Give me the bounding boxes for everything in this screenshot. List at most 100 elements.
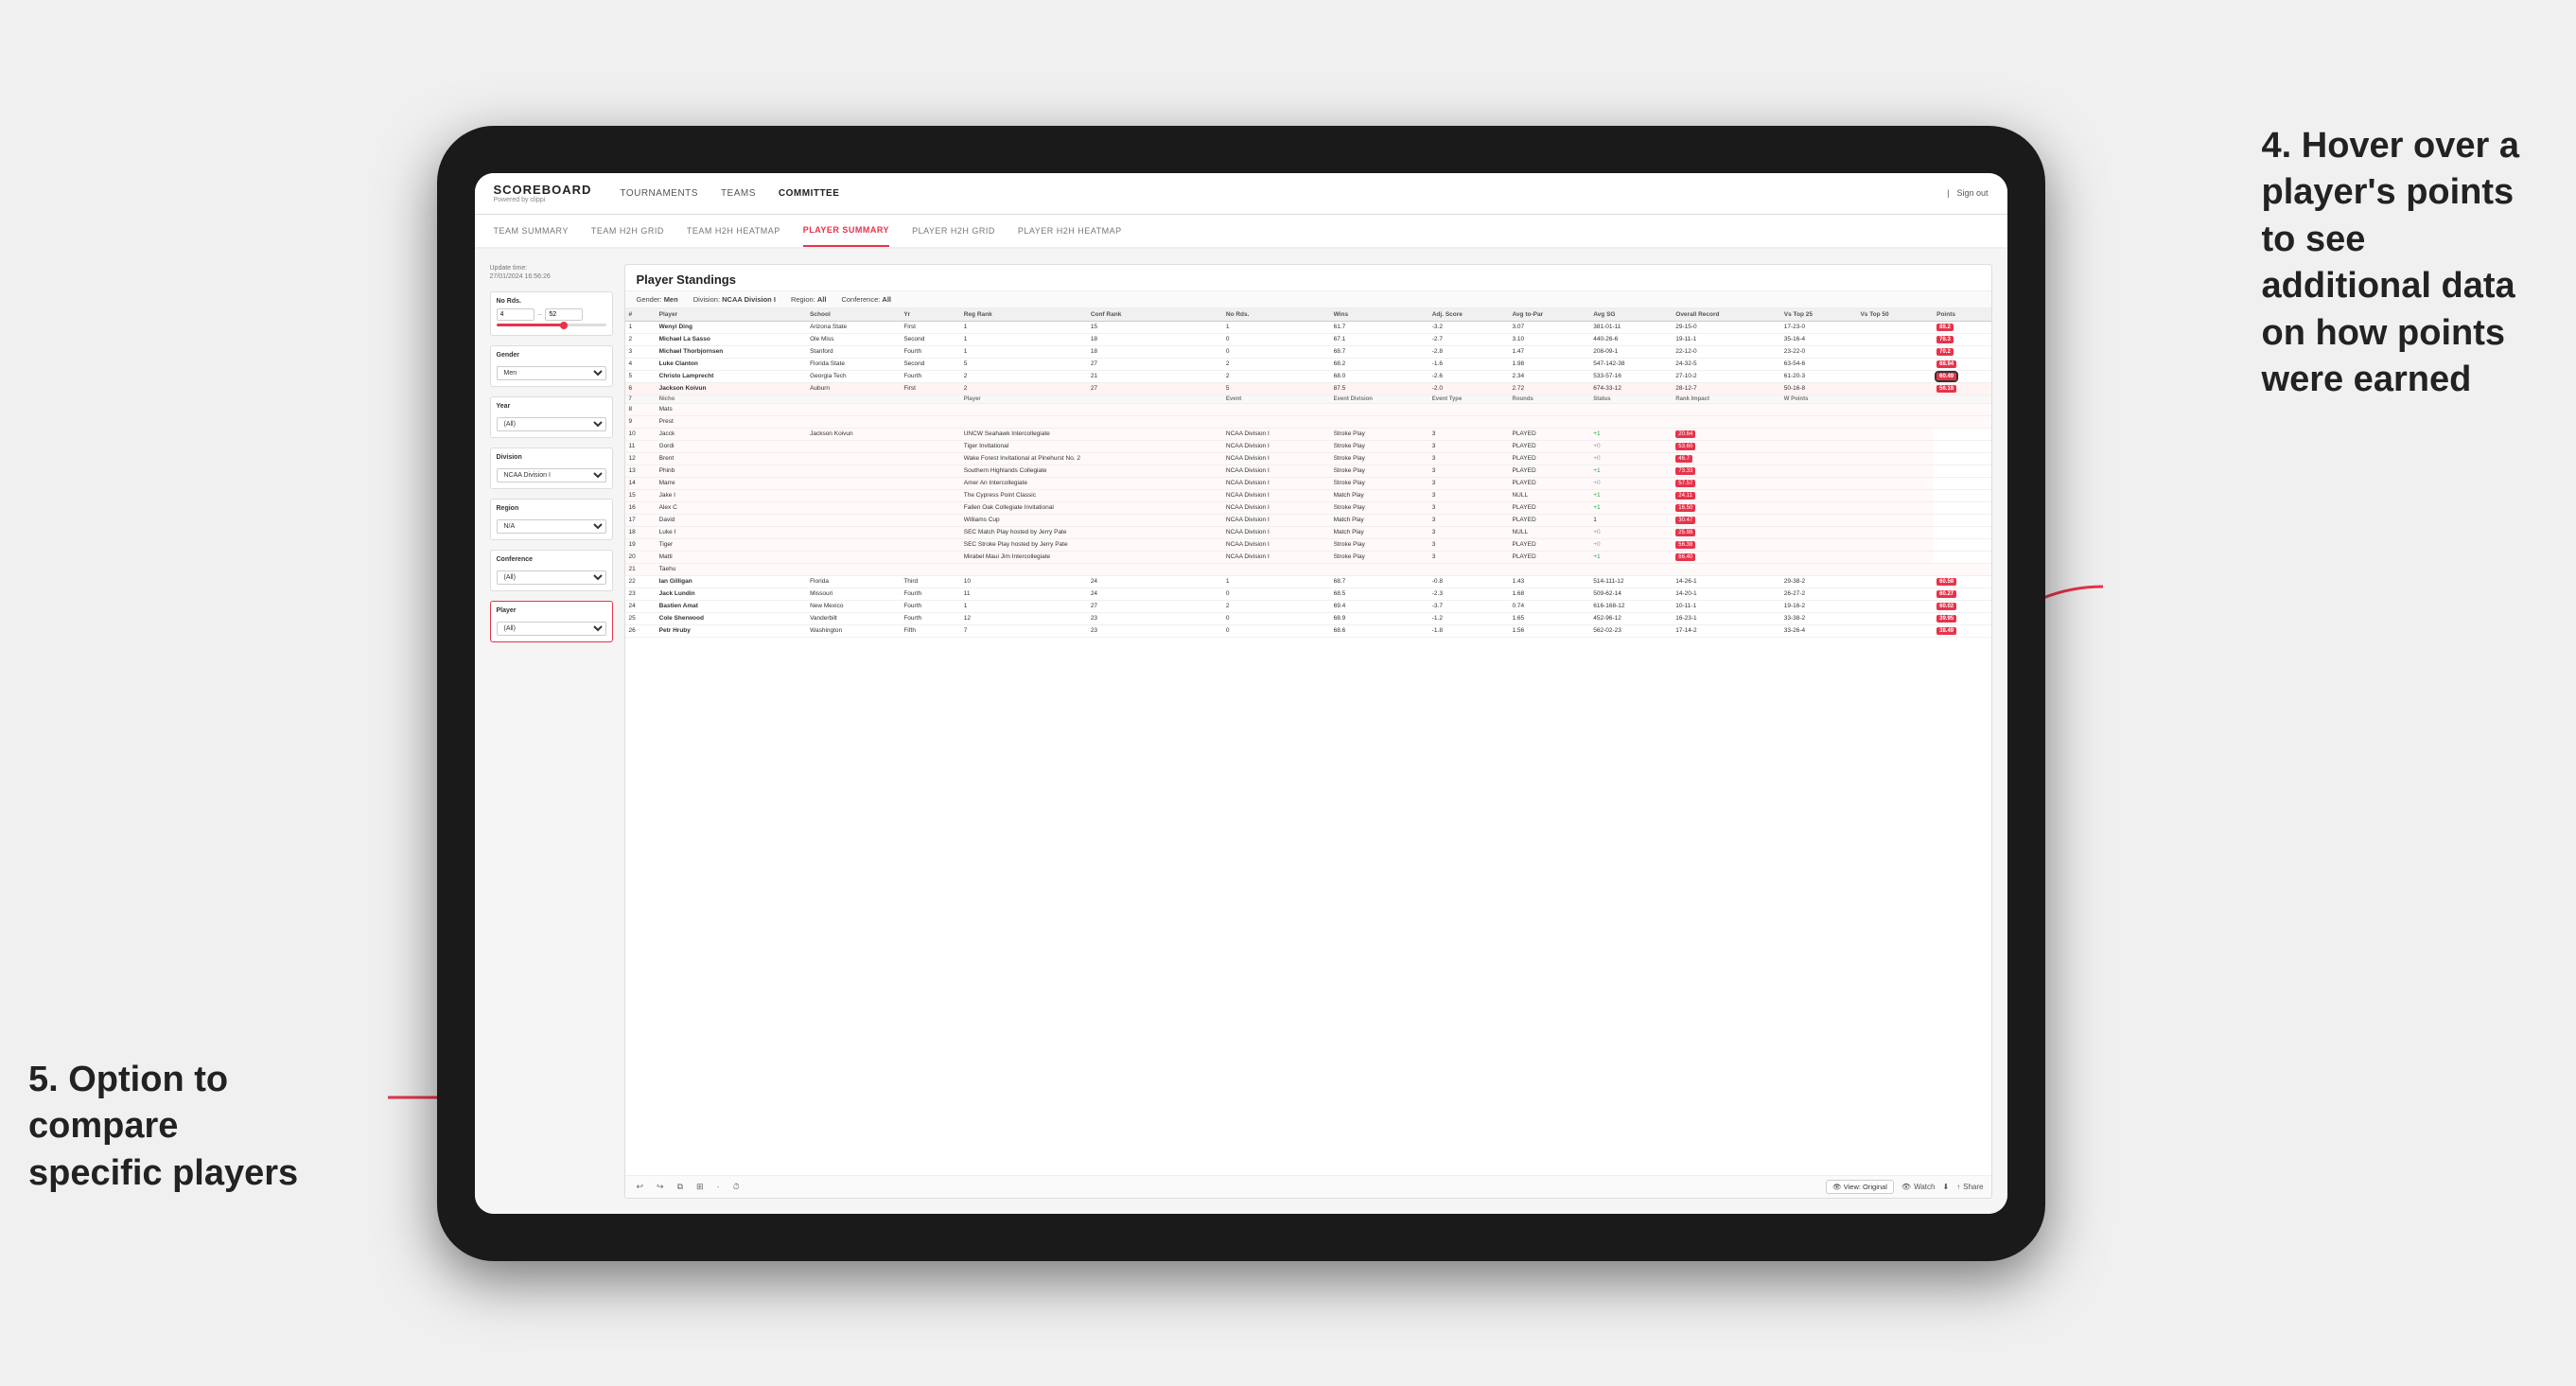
share-label: Share [1963,1183,1983,1191]
table-row: 4 Luke Clanton Florida State Second 5 27… [625,358,1991,370]
no-rds-row: – [497,308,606,321]
player-select[interactable]: (All) [497,622,606,636]
bottom-toolbar: ↩ ↪ ⧉ ⊞ · ⏱ 👁 View: Original 👁 [625,1175,1991,1198]
undo-button[interactable]: ↩ [633,1180,648,1194]
nav-left: SCOREBOARD Powered by clippi TOURNAMENTS… [494,183,840,203]
tab-player-h2h-heatmap[interactable]: PLAYER H2H HEATMAP [1018,215,1122,247]
conference-filter: Conference (All) [490,550,613,591]
slider-fill [497,324,563,326]
tab-player-h2h-grid[interactable]: PLAYER H2H GRID [912,215,995,247]
slider-thumb[interactable] [560,322,568,329]
paste-button[interactable]: ⊞ [692,1180,708,1194]
share-button[interactable]: ↑ Share [1956,1183,1983,1191]
filter-conference: Conference: All [841,295,891,304]
col-points: Points [1933,308,1990,322]
col-avg-sg: Avg SG [1589,308,1672,322]
download-icon: ⬇ [1942,1183,1949,1191]
no-rds-slider[interactable] [497,324,606,326]
share-icon: ↑ [1956,1183,1960,1191]
points-badge: 60.49 [1936,373,1956,380]
filter-division: Division: NCAA Division I [693,295,776,304]
toolbar-right: 👁 View: Original 👁 Watch ⬇ ↑ Share [1826,1180,1983,1194]
nav-teams[interactable]: TEAMS [721,188,756,199]
tooltip-data-row: 17 David Williams Cup NCAA Division I Ma… [625,514,1991,526]
redo-button[interactable]: ↪ [653,1180,668,1194]
logo-area: SCOREBOARD Powered by clippi [494,183,592,203]
tooltip-data-row: 15 Jake I The Cypress Point Classic NCAA… [625,489,1991,501]
division-label: Division [497,454,606,461]
points-badge: 88.2 [1936,324,1954,331]
tooltip-data-row: 18 Luke I SEC Match Play hosted by Jerry… [625,526,1991,538]
points-badge: 70.2 [1936,348,1954,356]
col-adj-score: Adj. Score [1428,308,1509,322]
col-num: # [625,308,656,322]
no-rds-label: No Rds. [497,298,606,305]
table-row: 26 Petr Hruby Washington Fifth 7 23 0 68… [625,624,1991,637]
left-panel: Update time: 27/01/2024 16:56:26 No Rds.… [490,264,613,1199]
nav-tournaments[interactable]: TOURNAMENTS [620,188,698,199]
points-badge: 38.49 [1936,627,1956,635]
tab-team-h2h-grid[interactable]: TEAM H2H GRID [591,215,664,247]
annotation-bottom-left: 5. Option to compare specific players [28,1057,298,1197]
conference-select[interactable]: (All) [497,570,606,585]
separator: · [713,1180,724,1193]
year-label: Year [497,403,606,410]
tab-team-summary[interactable]: TEAM SUMMARY [494,215,569,247]
logo-title: SCOREBOARD [494,183,592,197]
no-rds-max-input[interactable] [545,308,583,321]
col-vs50: Vs Top 50 [1856,308,1933,322]
filter-bar: Gender: Men Division: NCAA Division I Re… [625,291,1991,308]
division-select[interactable]: NCAA Division I [497,468,606,482]
table-row: 23 Jack Lundin Missouri Fourth 11 24 0 6… [625,588,1991,600]
table-row: 25 Cole Sherwood Vanderbilt Fourth 12 23… [625,612,1991,624]
col-school: School [806,308,900,322]
right-panel: Player Standings Gender: Men Division: N… [624,264,1992,1199]
update-time-value: 27/01/2024 16:56:26 [490,272,613,282]
tooltip-data-row: 20 Matti Mirabel Maui Jim Intercollegiat… [625,551,1991,563]
table-row: 3 Michael Thorbjornsen Stanford Fourth 1… [625,345,1991,358]
sign-out-link[interactable]: Sign out [1956,188,1988,198]
top-nav: SCOREBOARD Powered by clippi TOURNAMENTS… [475,173,2007,215]
table-row: 2 Michael La Sasso Ole Miss Second 1 18 … [625,333,1991,345]
no-rds-min-input[interactable] [497,308,534,321]
points-badge: 60.58 [1936,578,1956,586]
conference-label: Conference [497,556,606,563]
col-no-rds: No Rds. [1222,308,1330,322]
view-original-button[interactable]: 👁 View: Original [1826,1180,1894,1194]
download-button[interactable]: ⬇ [1942,1183,1949,1191]
table-row: 5 Christo Lamprecht Georgia Tech Fourth … [625,370,1991,382]
table-row: 9 Prest [625,415,1991,428]
tab-team-h2h-heatmap[interactable]: TEAM H2H HEATMAP [687,215,780,247]
tab-player-summary[interactable]: PLAYER SUMMARY [803,215,889,247]
panel-title: Player Standings [637,272,1980,287]
points-badge: 68.94 [1936,360,1956,368]
year-filter: Year (All) [490,396,613,438]
tablet-frame: SCOREBOARD Powered by clippi TOURNAMENTS… [437,126,2045,1261]
division-filter: Division NCAA Division I [490,447,613,489]
table-row: 24 Bastien Amat New Mexico Fourth 1 27 2… [625,600,1991,612]
filter-gender: Gender: Men [637,295,678,304]
copy-button[interactable]: ⧉ [674,1180,687,1194]
watch-button[interactable]: 👁 Watch [1901,1183,1936,1191]
watch-label: Watch [1914,1183,1935,1191]
tooltip-data-row: 11 Gordi Tiger Invitational NCAA Divisio… [625,440,1991,452]
points-badge: 76.3 [1936,336,1954,343]
tooltip-data-row: 19 Tiger SEC Stroke Play hosted by Jerry… [625,538,1991,551]
sign-out-icon: | [1947,188,1949,198]
col-vs25: Vs Top 25 [1780,308,1857,322]
clock-button[interactable]: ⏱ [729,1180,744,1194]
points-badge: 60.27 [1936,590,1956,598]
tooltip-data-row: 14 Marre Amer An Intercollegiate NCAA Di… [625,477,1991,489]
gender-select[interactable]: Men Women [497,366,606,380]
year-select[interactable]: (All) [497,417,606,431]
nav-committee[interactable]: COMMITTEE [779,188,840,199]
tooltip-data-row: 10 Jacck Jackson Koivun UNCW Seahawk Int… [625,428,1991,440]
update-time-section: Update time: 27/01/2024 16:56:26 [490,264,613,283]
col-wins: Wins [1330,308,1428,322]
filter-region: Region: All [791,295,827,304]
toolbar-left: ↩ ↪ ⧉ ⊞ · ⏱ [633,1180,744,1194]
region-select[interactable]: N/A [497,519,606,534]
table-row: 8 Mats [625,403,1991,415]
watch-icon: 👁 [1901,1183,1911,1191]
view-original-label: View: Original [1844,1183,1887,1191]
